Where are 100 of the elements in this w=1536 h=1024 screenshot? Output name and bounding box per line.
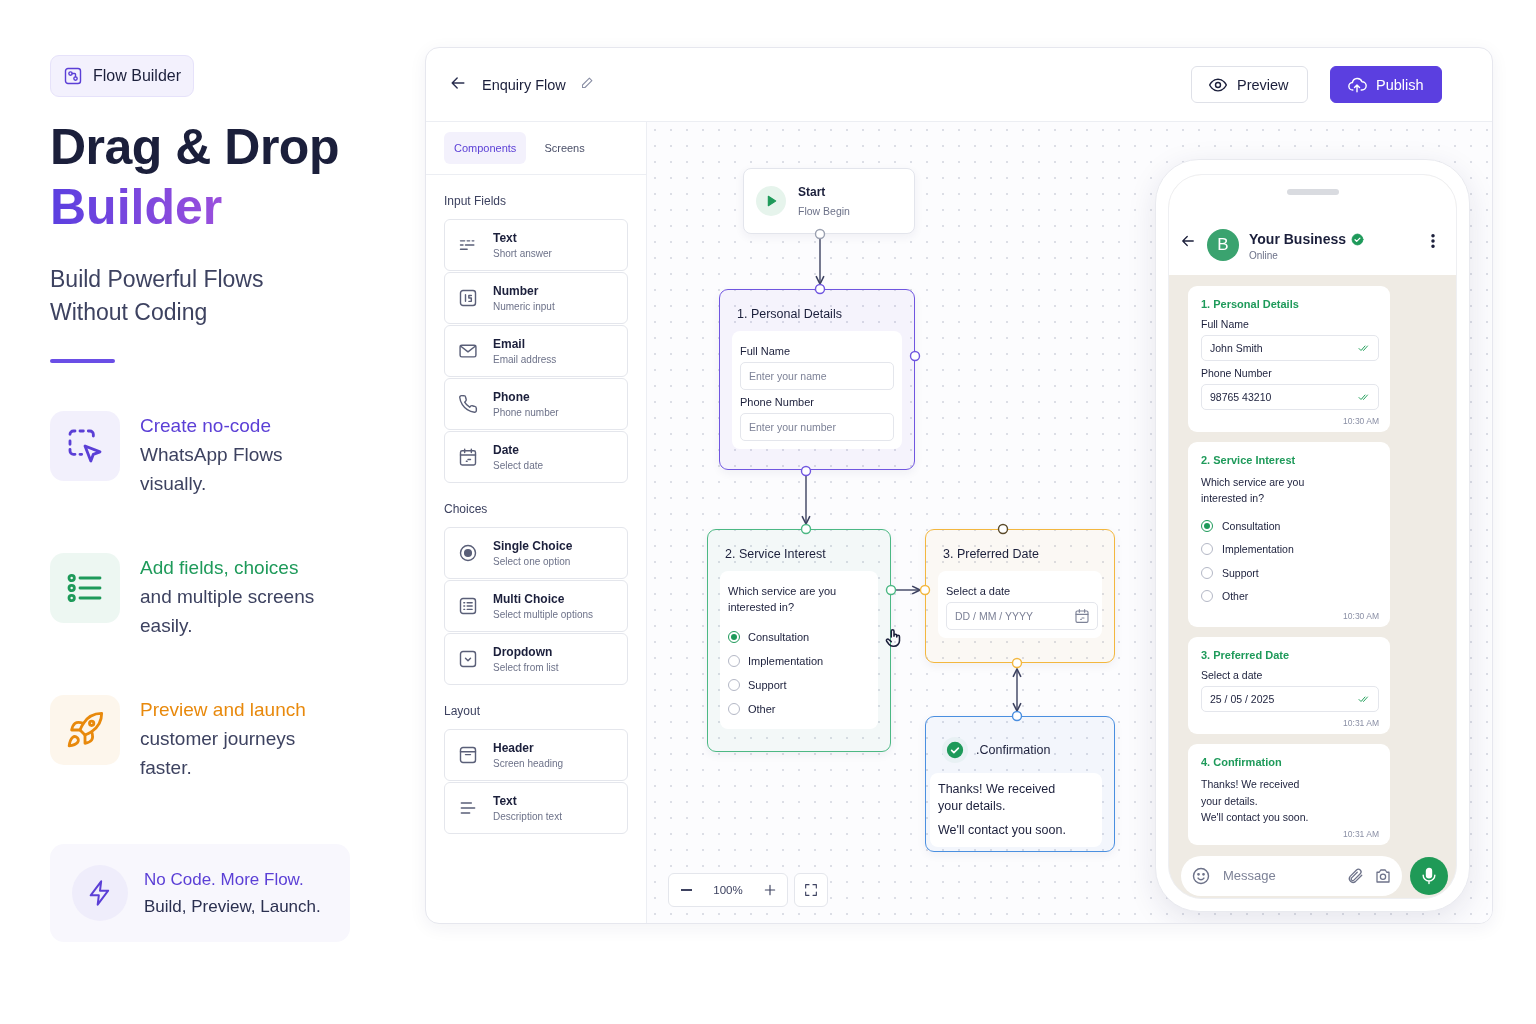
start-node[interactable]: Start Flow Begin xyxy=(743,168,915,234)
connector-arrow xyxy=(815,238,825,285)
radio-button[interactable] xyxy=(1201,519,1213,532)
component-description: Select multiple options xyxy=(493,609,594,620)
connection-port[interactable] xyxy=(909,350,921,362)
radio-button[interactable] xyxy=(728,655,740,667)
section-title: Input Fields xyxy=(444,194,508,208)
field-label: Select a date xyxy=(1201,669,1264,681)
double-check-icon xyxy=(1358,693,1370,705)
question-text: Which service are you interested in? xyxy=(728,584,838,615)
option-label: Consultation xyxy=(1222,519,1281,532)
screen-node[interactable]: 3. Preferred Date Select a date DD / MM / YYYY xyxy=(925,529,1115,663)
sidebar-tab[interactable]: Components xyxy=(444,132,527,164)
double-check-icon xyxy=(1358,342,1370,354)
camera-icon[interactable] xyxy=(1374,866,1392,885)
screen-node[interactable]: 2. Service Interest Which service are you interested in? Consultation Implementation Support Other xyxy=(707,529,891,752)
flow-title: Enquiry Flow xyxy=(482,76,566,93)
radio-button[interactable] xyxy=(728,679,740,691)
field-label: Select a date xyxy=(946,585,1012,597)
option-label: Other xyxy=(1222,590,1249,603)
bubble-title: 3. Preferred Date xyxy=(1201,649,1291,661)
microphone-button[interactable] xyxy=(1410,856,1448,895)
double-check-icon xyxy=(1358,391,1370,403)
subtitle: Without Coding xyxy=(50,298,209,327)
component-description: Select from list xyxy=(493,662,559,673)
option-label: Consultation xyxy=(748,631,810,643)
field-label: Phone Number xyxy=(1201,367,1273,379)
field-label: Full Name xyxy=(740,345,792,357)
radio-button[interactable] xyxy=(728,703,740,715)
avatar: B xyxy=(1207,229,1239,261)
feature-text: WhatsApp Flows visually. xyxy=(140,443,284,496)
connector-arrow xyxy=(801,475,811,525)
radio-button[interactable] xyxy=(1201,590,1213,603)
radio-button[interactable] xyxy=(728,631,740,643)
answer-field: 25 / 05 / 2025 xyxy=(1201,686,1379,712)
feature-title: Add fields, choices xyxy=(140,556,300,580)
component-card[interactable]: Date Select date xyxy=(444,431,628,483)
radio-button[interactable] xyxy=(1201,566,1213,579)
calendar-icon xyxy=(1074,608,1090,624)
rocket-icon xyxy=(65,710,105,750)
check-circle-icon xyxy=(946,741,964,759)
question-text: Which service are you interested in? xyxy=(1201,475,1306,506)
component-card[interactable]: Dropdown Select from list xyxy=(444,633,628,685)
message-field[interactable]: Message xyxy=(1221,867,1336,884)
component-description: Short answer xyxy=(493,248,552,259)
message-text: Thanks! We received your details. xyxy=(938,781,1057,815)
connector-arrow xyxy=(1012,668,1022,712)
zoom-level: 100% xyxy=(713,884,743,896)
component-name: Multi Choice xyxy=(493,592,566,606)
bubble-title: 1. Personal Details xyxy=(1201,298,1300,310)
edit-icon[interactable] xyxy=(579,75,595,90)
screen-node[interactable]: 1. Personal Details Full Name Enter your name Phone Number Enter your number xyxy=(719,289,915,470)
flow-nodes-icon xyxy=(63,66,83,86)
timestamp: 10:30 AM xyxy=(1342,611,1379,621)
component-description: Select date xyxy=(493,460,544,471)
option-label: Support xyxy=(748,679,787,691)
component-card[interactable]: Single Choice Select one option xyxy=(444,527,628,579)
section-title: Choices xyxy=(444,502,489,516)
field-label: Phone Number xyxy=(740,396,815,408)
fullscreen-icon xyxy=(803,882,819,898)
subtitle: Build Powerful Flows xyxy=(50,265,264,294)
connection-port[interactable] xyxy=(997,523,1009,535)
feature-title: Create no-code xyxy=(140,414,272,438)
radio-button[interactable] xyxy=(1201,543,1213,556)
option-label: Implementation xyxy=(1222,543,1294,556)
input-field[interactable]: Enter your name xyxy=(740,362,894,390)
component-card[interactable]: Text Description text xyxy=(444,782,628,834)
timestamp: 10:30 AM xyxy=(1342,416,1379,426)
message-text: We'll contact you soon. xyxy=(1201,810,1310,825)
sidebar-tab[interactable]: Screens xyxy=(534,132,595,164)
feature-title: Preview and launch xyxy=(140,698,307,722)
answer-field: 98765 43210 xyxy=(1201,384,1379,410)
component-card[interactable]: Email Email address xyxy=(444,325,628,377)
component-card[interactable]: Multi Choice Select multiple options xyxy=(444,580,628,632)
publish-button[interactable]: Publish xyxy=(1330,66,1442,103)
badge-label: Flow Builder xyxy=(93,67,182,85)
input-field[interactable]: Enter your number xyxy=(740,413,894,441)
paperclip-icon[interactable] xyxy=(1346,866,1364,885)
emoji-icon[interactable] xyxy=(1191,865,1211,886)
date-field[interactable]: DD / MM / YYYY xyxy=(946,602,1098,630)
connection-port[interactable] xyxy=(800,465,812,477)
component-name: Phone xyxy=(493,390,531,404)
component-card[interactable]: Phone Phone number xyxy=(444,378,628,430)
preview-button[interactable]: Preview xyxy=(1191,66,1308,103)
connection-port[interactable] xyxy=(814,283,826,295)
contact-name: Your Business xyxy=(1249,231,1346,247)
number-box-icon xyxy=(458,288,478,308)
node-title: 3. Preferred Date xyxy=(943,547,1040,561)
component-card[interactable]: Number Numeric input xyxy=(444,272,628,324)
bubble-title: 2. Service Interest xyxy=(1201,454,1297,466)
minus-icon xyxy=(680,889,692,891)
component-card[interactable]: Header Screen heading xyxy=(444,729,628,781)
component-card[interactable]: Text Short answer xyxy=(444,219,628,271)
fullscreen-button[interactable] xyxy=(794,873,828,907)
screen-node[interactable]: .Confirmation Thanks! We received your details. We'll contact you soon. xyxy=(925,716,1115,852)
component-description: Screen heading xyxy=(493,758,564,769)
callout-text: Build, Preview, Launch. xyxy=(144,896,321,918)
component-description: Numeric input xyxy=(493,301,555,312)
headline: Drag & Drop xyxy=(50,118,339,177)
answer-field: John Smith xyxy=(1201,335,1379,361)
